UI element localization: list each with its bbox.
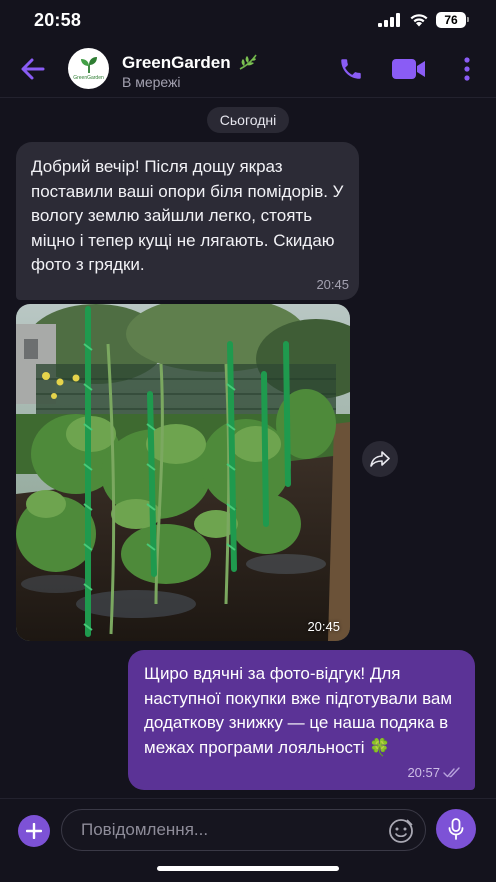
incoming-message[interactable]: Добрий вечір! Після дощу якраз поставили… [16, 142, 359, 300]
read-checks-icon [443, 767, 460, 778]
outgoing-message-meta: 20:57 [407, 765, 461, 780]
avatar-logo-text: GreenGarden [73, 75, 104, 81]
incoming-message-text: Добрий вечір! Після дощу якраз поставили… [31, 157, 344, 274]
contact-name[interactable]: GreenGarden [122, 53, 258, 73]
sticker-icon[interactable] [388, 818, 414, 844]
video-camera-icon[interactable] [391, 57, 427, 81]
sprout-logo-icon [80, 57, 97, 73]
leaf-icon [240, 54, 258, 70]
status-bar: 20:58 76 [0, 0, 496, 40]
outgoing-message[interactable]: Щиро вдячні за фото-відгук! Для наступно… [128, 650, 475, 790]
tomato-garden-photo [16, 304, 350, 641]
attach-button[interactable] [18, 815, 50, 847]
outgoing-message-time: 20:57 [407, 765, 440, 780]
photo-message[interactable]: 20:45 [16, 304, 350, 641]
signal-icon [378, 13, 400, 27]
incoming-message-time: 20:45 [316, 277, 349, 292]
battery-indicator: 76 [436, 12, 469, 28]
wifi-icon [410, 14, 428, 27]
message-input[interactable] [61, 809, 426, 851]
avatar[interactable]: GreenGarden [68, 48, 109, 89]
photo-message-time: 20:45 [307, 619, 340, 634]
forward-button[interactable] [362, 441, 398, 477]
back-arrow-icon[interactable] [18, 55, 48, 83]
home-indicator[interactable] [157, 866, 339, 871]
more-vertical-icon[interactable] [462, 56, 472, 82]
voice-message-button[interactable] [436, 809, 476, 849]
share-arrow-icon [370, 451, 390, 467]
phone-icon[interactable] [338, 56, 364, 82]
status-icons: 76 [378, 12, 469, 28]
status-time: 20:58 [34, 9, 82, 30]
contact-name-text: GreenGarden [122, 53, 231, 72]
plus-icon [26, 823, 42, 839]
chat-header: GreenGarden GreenGarden В мережі [0, 40, 496, 98]
outgoing-message-text: Щиро вдячні за фото-відгук! Для наступно… [144, 664, 453, 757]
date-separator: Сьогодні [207, 107, 289, 133]
microphone-icon [448, 818, 464, 840]
contact-status: В мережі [122, 74, 181, 90]
